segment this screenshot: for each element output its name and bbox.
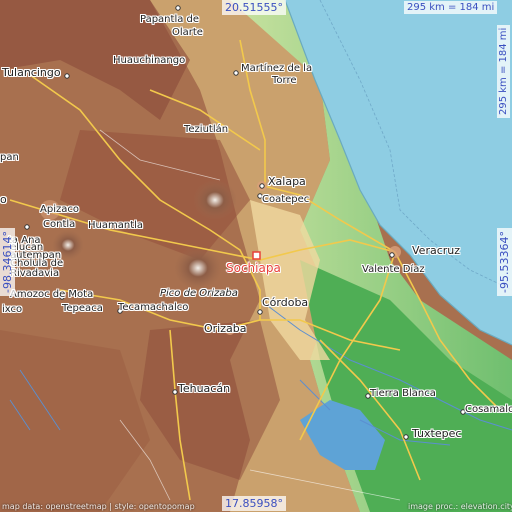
- place-label: Apizaco: [40, 204, 79, 215]
- place-label: Orizaba: [204, 322, 247, 335]
- place-label: Amozoc de Mota: [10, 289, 94, 300]
- place-label: Xalapa: [268, 175, 306, 188]
- coord-top: 20.51555°: [222, 0, 286, 15]
- place-label: Olarte: [172, 27, 203, 38]
- place-label: Tecamachalco: [118, 302, 189, 313]
- peak-label: Pico de Orizaba: [160, 288, 238, 299]
- coord-right: -95.53364°: [497, 228, 512, 296]
- sochiapa-marker: [252, 251, 261, 260]
- place-label: Tulancingo: [2, 66, 61, 79]
- scale-horizontal: 295 km = 184 mi: [404, 1, 498, 14]
- place-label: Tepeaca: [62, 303, 103, 314]
- place-label: ixco: [2, 304, 23, 315]
- highlight-label: Sochiapa: [226, 261, 281, 275]
- place-label: Torre: [272, 75, 297, 86]
- place-label: Valente Díaz: [362, 264, 425, 275]
- credit-left[interactable]: map data: openstreetmap | style: opentop…: [2, 502, 195, 511]
- place-label: Cosamalo: [465, 404, 512, 415]
- map-viewport[interactable]: Papantla de Olarte Huauchinango Tulancin…: [0, 0, 512, 512]
- place-label: Tuxtepec: [412, 427, 462, 440]
- coord-left: -98.34614°: [0, 228, 15, 296]
- coord-bottom: 17.85958°: [222, 496, 286, 511]
- place-label: Coatepec: [262, 194, 310, 205]
- place-label: o: [0, 193, 7, 206]
- place-label: Tehuacán: [178, 382, 231, 395]
- place-label: Martínez de la: [241, 63, 313, 74]
- place-label: Papantla de: [140, 14, 200, 25]
- place-label: Contla: [43, 219, 76, 230]
- place-label: Rivadavia: [10, 268, 60, 279]
- place-label: Tierra Blanca: [370, 388, 436, 399]
- place-label: Huauchinango: [113, 55, 186, 66]
- place-label: Teziutlán: [184, 124, 229, 135]
- scale-vertical: 295 km = 184 mi: [497, 24, 510, 118]
- place-label: Córdoba: [262, 296, 309, 309]
- place-label: Veracruz: [412, 244, 461, 257]
- place-label: Huamantla: [88, 220, 144, 231]
- place-label: pan: [0, 152, 19, 163]
- credit-right[interactable]: image proc.: elevation.city: [408, 502, 512, 511]
